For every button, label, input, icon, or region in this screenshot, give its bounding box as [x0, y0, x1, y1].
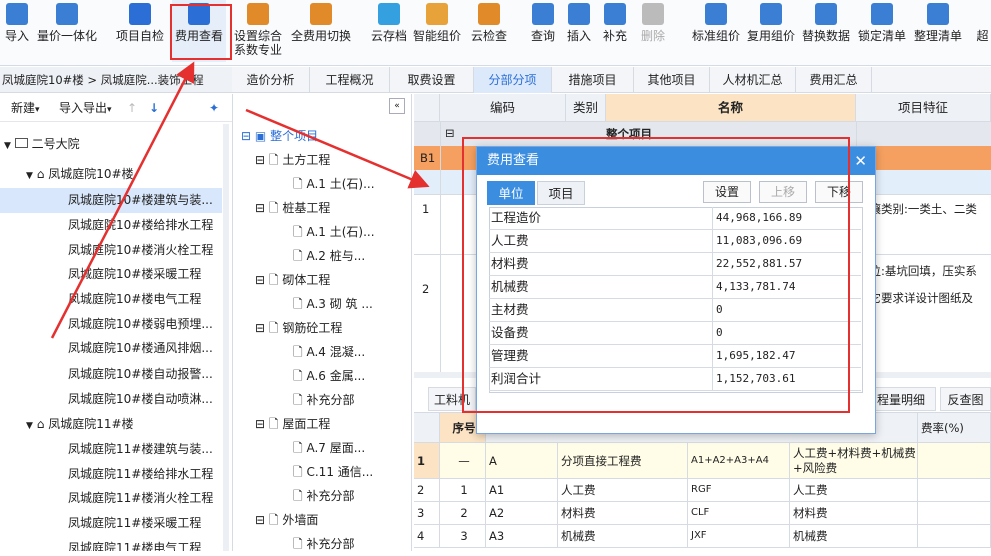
- annotation-arrow: [50, 61, 195, 339]
- annotation-arrows: [50, 61, 430, 339]
- annotation-arrow: [245, 108, 430, 189]
